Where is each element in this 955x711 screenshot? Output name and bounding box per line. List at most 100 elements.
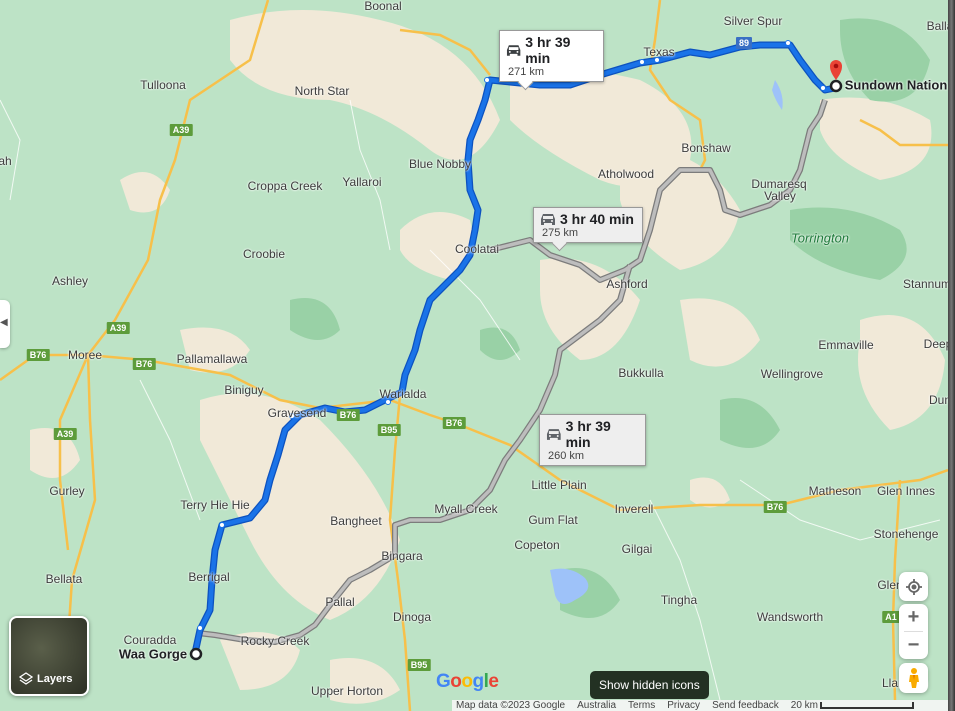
origin-label[interactable]: Waa Gorge	[119, 647, 187, 662]
zoom-controls: + −	[899, 604, 928, 659]
place-label[interactable]: Little Plain	[531, 478, 586, 492]
road-shield: A1	[882, 611, 900, 623]
road-shield: B95	[407, 659, 431, 671]
place-label[interactable]: Dun	[929, 393, 948, 407]
place-label[interactable]: Tingha	[661, 593, 697, 607]
place-label[interactable]: Silver Spur	[724, 14, 783, 28]
place-label[interactable]: Glen Innes	[877, 484, 935, 498]
place-label[interactable]: Bangheet	[330, 514, 381, 528]
place-label[interactable]: Dinoga	[393, 610, 431, 624]
car-icon	[541, 213, 555, 225]
show-hidden-icons-tooltip: Show hidden icons	[590, 671, 709, 699]
place-label[interactable]: Stonehenge	[874, 527, 939, 541]
place-label[interactable]: Croobie	[243, 247, 285, 261]
place-label[interactable]: Matheson	[809, 484, 862, 498]
place-label[interactable]: Valley	[764, 189, 796, 203]
place-label[interactable]: Pallal	[325, 595, 354, 609]
place-label[interactable]: Gum Flat	[528, 513, 577, 527]
place-label[interactable]: Bellata	[46, 572, 83, 586]
destination-pin	[829, 60, 843, 93]
place-label[interactable]: Rocky Creek	[241, 634, 310, 648]
place-label[interactable]: Gilgai	[622, 542, 653, 556]
road-shield: A39	[106, 322, 130, 334]
route-callout-alt-2[interactable]: 3 hr 39 min 260 km	[539, 414, 646, 466]
route-callout-selected[interactable]: 3 hr 39 min 271 km	[499, 30, 604, 91]
send-feedback-link[interactable]: Send feedback	[708, 700, 787, 711]
road-shield: A39	[53, 428, 77, 440]
road-shield: A39	[169, 124, 193, 136]
route-time: 3 hr 40 min	[560, 211, 634, 227]
car-icon	[546, 428, 561, 440]
place-label[interactable]: Warialda	[380, 387, 427, 401]
route-time: 3 hr 39 min	[525, 34, 571, 66]
place-label[interactable]: Wandsworth	[757, 610, 823, 624]
place-label[interactable]: Bukkulla	[618, 366, 663, 380]
terms-link[interactable]: Terms	[624, 700, 663, 711]
privacy-link[interactable]: Privacy	[663, 700, 708, 711]
place-label[interactable]: Bingara	[381, 549, 422, 563]
layers-icon	[19, 672, 33, 685]
location-target-icon	[905, 578, 922, 595]
place-label[interactable]: Coolatai	[455, 242, 499, 256]
place-label[interactable]: Inverell	[615, 502, 654, 516]
scale-label[interactable]: 20 km	[787, 700, 818, 711]
place-label[interactable]: North Star	[295, 84, 350, 98]
layers-button[interactable]: Layers	[9, 616, 89, 696]
zoom-in-button[interactable]: +	[899, 604, 928, 631]
my-location-button[interactable]	[899, 572, 928, 601]
pegman-icon	[908, 668, 919, 688]
place-label[interactable]: Tulloona	[140, 78, 186, 92]
road-shield: B76	[26, 349, 50, 361]
place-label[interactable]: Biniguy	[224, 383, 263, 397]
origin-marker	[189, 647, 203, 661]
place-label[interactable]: Pallamallawa	[177, 352, 248, 366]
region-link[interactable]: Australia	[573, 700, 624, 711]
place-label[interactable]: Atholwood	[598, 167, 654, 181]
map-footer: Map data ©2023 Google Australia Terms Pr…	[452, 700, 948, 711]
google-logo: Google	[436, 671, 499, 692]
scale-bar[interactable]	[820, 702, 915, 709]
route-distance: 275 km	[542, 227, 579, 239]
road-shield: B76	[132, 358, 156, 370]
place-label[interactable]: Moree	[68, 348, 102, 362]
place-label[interactable]: Blue Nobby	[409, 157, 471, 171]
park-label: Torrington	[790, 230, 850, 246]
map-canvas[interactable]: Boonal Tulloona North Star Silver Spur Texas…	[0, 0, 948, 711]
place-label[interactable]: Deep	[924, 337, 948, 351]
route-callout-alt-1[interactable]: 3 hr 40 min 275 km	[533, 207, 643, 252]
place-label[interactable]: Ashley	[52, 274, 88, 288]
place-label[interactable]: Boonal	[364, 0, 401, 13]
place-label[interactable]: Copeton	[514, 538, 559, 552]
road-shield: B76	[763, 501, 787, 513]
place-label[interactable]: Upper Horton	[311, 684, 383, 698]
destination-label[interactable]: Sundown Nation	[845, 78, 948, 93]
place-label[interactable]: Terry Hie Hie	[180, 498, 249, 512]
place-label[interactable]: Emmaville	[818, 338, 873, 352]
route-time: 3 hr 39 min	[565, 418, 611, 450]
place-label[interactable]: Croppa Creek	[248, 179, 323, 193]
lake-pindari	[772, 80, 783, 110]
place-label[interactable]: Gravesend	[268, 406, 327, 420]
place-label[interactable]: Yallaroi	[342, 175, 381, 189]
place-label[interactable]: Couradda	[124, 633, 177, 647]
place-label[interactable]: ah	[0, 154, 12, 168]
road-shield: B95	[377, 424, 401, 436]
layers-label: Layers	[37, 673, 73, 685]
place-label[interactable]: Ashford	[606, 277, 647, 291]
place-label[interactable]: Texas	[643, 45, 674, 59]
place-label[interactable]: Wellingrove	[761, 367, 823, 381]
place-label[interactable]: Stannum	[903, 277, 948, 291]
zoom-out-button[interactable]: −	[899, 632, 928, 659]
place-label[interactable]: Bonshaw	[681, 141, 730, 155]
place-label[interactable]: Berrigal	[188, 570, 229, 584]
place-label[interactable]: Balla	[927, 19, 948, 33]
road-shield: B76	[442, 417, 466, 429]
map-data-attribution: Map data ©2023 Google	[456, 700, 566, 711]
street-view-pegman-button[interactable]	[899, 663, 928, 693]
place-label[interactable]: Myall Creek	[434, 502, 497, 516]
car-icon	[506, 44, 521, 56]
place-label[interactable]: Gurley	[49, 484, 84, 498]
road-shield: 89	[735, 37, 753, 49]
terrain-urban-patches	[30, 10, 945, 704]
collapse-side-panel-button[interactable]: ◀	[0, 300, 10, 348]
